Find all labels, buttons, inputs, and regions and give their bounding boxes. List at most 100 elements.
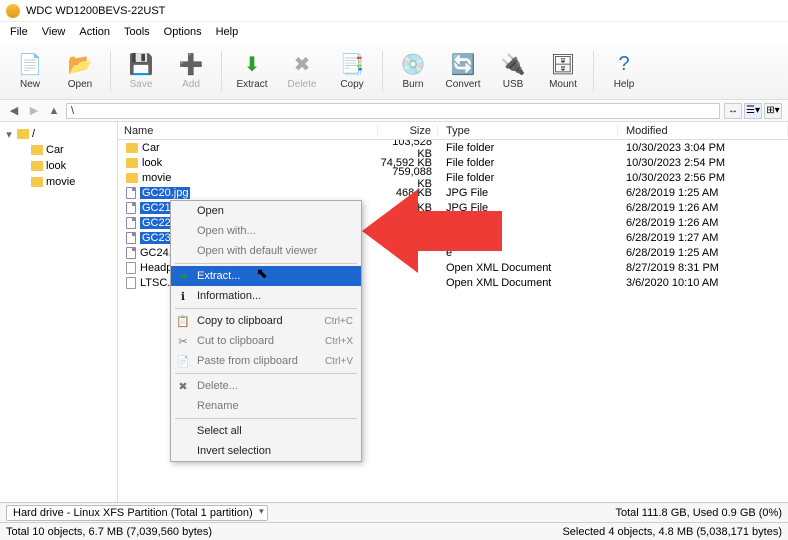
ctx-delete: ✖Delete... <box>171 376 361 396</box>
file-row[interactable]: movie759,088 KBFile folder10/30/2023 2:5… <box>118 170 788 185</box>
menu-help[interactable]: Help <box>210 24 245 40</box>
open-button[interactable]: 📂Open <box>56 45 104 97</box>
path-field[interactable]: \ <box>66 103 720 119</box>
toolbar-separator <box>593 51 594 91</box>
ctx-copy-to-clipboard[interactable]: 📋Copy to clipboardCtrl+C <box>171 311 361 331</box>
ctx-open[interactable]: Open <box>171 201 361 221</box>
add-label: Add <box>182 79 200 90</box>
pathbar: ◀ ▶ ▲ \ ↔ ☰▾ ⊞▾ <box>0 100 788 122</box>
menubar[interactable]: FileViewActionToolsOptionsHelp <box>0 22 788 42</box>
tree-node[interactable]: look <box>4 158 113 174</box>
document-icon <box>126 277 136 289</box>
burn-button[interactable]: 💿Burn <box>389 45 437 97</box>
file-row[interactable]: GC20.jpg468 KBJPG File6/28/2019 1:25 AM <box>118 185 788 200</box>
ctx-label: Invert selection <box>197 445 271 457</box>
col-modified[interactable]: Modified <box>618 125 788 137</box>
file-modified: 6/28/2019 1:26 AM <box>618 202 788 214</box>
ctx-invert-selection[interactable]: Invert selection <box>171 441 361 461</box>
extract-label: Extract <box>236 79 267 90</box>
new-label: New <box>20 79 40 90</box>
file-list-header[interactable]: Name Size Type Modified <box>118 122 788 140</box>
folder-icon <box>126 158 138 168</box>
ctx-label: Information... <box>197 290 261 302</box>
capacity-label: Total 111.8 GB, Used 0.9 GB (0%) <box>615 507 782 519</box>
nav-back-button[interactable]: ◀ <box>6 103 22 119</box>
folder-icon <box>31 161 43 171</box>
image-icon <box>126 217 136 229</box>
tree-label: movie <box>46 176 75 188</box>
drive-selector[interactable]: Hard drive - Linux XFS Partition (Total … <box>6 505 268 521</box>
tree-node[interactable]: Car <box>4 142 113 158</box>
ctx-open-with-default-viewer: Open with default viewer <box>171 241 361 261</box>
footer-drive: Hard drive - Linux XFS Partition (Total … <box>0 502 788 522</box>
menu-file[interactable]: File <box>4 24 34 40</box>
file-modified: 8/27/2019 8:31 PM <box>618 262 788 274</box>
ctx-label: Paste from clipboard <box>197 355 298 367</box>
ctx-shortcut: Ctrl+C <box>324 316 353 327</box>
col-size[interactable]: Size <box>378 125 438 137</box>
ctx-information[interactable]: ℹ Information... <box>171 286 361 306</box>
footer-status: Total 10 objects, 6.7 MB (7,039,560 byte… <box>0 522 788 540</box>
window-title: WDC WD1200BEVS-22UST <box>26 5 165 17</box>
extract-button[interactable]: ⬇Extract <box>228 45 276 97</box>
ctx-label: Cut to clipboard <box>197 335 274 347</box>
menu-view[interactable]: View <box>36 24 72 40</box>
col-type[interactable]: Type <box>438 125 618 137</box>
view-controls: ↔ ☰▾ ⊞▾ <box>724 103 782 119</box>
ctx-shortcut: Ctrl+V <box>325 356 353 367</box>
open-icon: 📂 <box>67 52 93 78</box>
delete-icon: ✖ <box>289 52 315 78</box>
menu-separator <box>175 373 357 374</box>
menu-separator <box>175 418 357 419</box>
file-type: e <box>438 247 618 259</box>
file-name: look <box>142 157 162 169</box>
ctx-icon: 📋 <box>176 315 190 328</box>
mount-button[interactable]: 🗄Mount <box>539 45 587 97</box>
new-icon: 📄 <box>17 52 43 78</box>
convert-button[interactable]: 🔄Convert <box>439 45 487 97</box>
toolbar-separator <box>382 51 383 91</box>
tree-node[interactable]: ▾/ <box>4 126 113 142</box>
image-icon <box>126 247 136 259</box>
menu-options[interactable]: Options <box>158 24 208 40</box>
new-button[interactable]: 📄New <box>6 45 54 97</box>
help-button[interactable]: ?Help <box>600 45 648 97</box>
file-type: File folder <box>438 157 618 169</box>
view-sort-button[interactable]: ⊞▾ <box>764 103 782 119</box>
usb-label: USB <box>503 79 524 90</box>
view-size-button[interactable]: ↔ <box>724 103 742 119</box>
view-list-button[interactable]: ☰▾ <box>744 103 762 119</box>
expand-icon[interactable]: ▾ <box>4 128 14 141</box>
col-name[interactable]: Name <box>118 125 378 137</box>
menu-separator <box>175 263 357 264</box>
ctx-paste-from-clipboard: 📄Paste from clipboardCtrl+V <box>171 351 361 371</box>
burn-icon: 💿 <box>400 52 426 78</box>
open-label: Open <box>68 79 92 90</box>
copy-button[interactable]: 📑Copy <box>328 45 376 97</box>
file-modified: 10/30/2023 2:54 PM <box>618 157 788 169</box>
save-label: Save <box>130 79 153 90</box>
image-icon <box>126 187 136 199</box>
menu-action[interactable]: Action <box>73 24 116 40</box>
usb-icon: 🔌 <box>500 52 526 78</box>
file-row[interactable]: Car103,528 KBFile folder10/30/2023 3:04 … <box>118 140 788 155</box>
nav-fwd-button[interactable]: ▶ <box>26 103 42 119</box>
folder-tree[interactable]: ▾/Carlook movie <box>0 122 118 502</box>
file-list-body[interactable]: Car103,528 KBFile folder10/30/2023 3:04 … <box>118 140 788 502</box>
file-list: Name Size Type Modified Car103,528 KBFil… <box>118 122 788 502</box>
nav-up-button[interactable]: ▲ <box>46 103 62 119</box>
tree-node[interactable]: movie <box>4 174 113 190</box>
extract-icon: ⬇ <box>239 52 265 78</box>
folder-icon <box>17 129 29 139</box>
context-menu[interactable]: OpenOpen with...Open with default viewer… <box>170 200 362 462</box>
add-button: ➕Add <box>167 45 215 97</box>
file-name: GC20.jpg <box>140 187 190 199</box>
image-icon <box>126 232 136 244</box>
file-row[interactable]: look74,592 KBFile folder10/30/2023 2:54 … <box>118 155 788 170</box>
menu-tools[interactable]: Tools <box>118 24 156 40</box>
usb-button[interactable]: 🔌USB <box>489 45 537 97</box>
ctx-icon: ℹ <box>176 290 190 303</box>
ctx-select-all[interactable]: Select all <box>171 421 361 441</box>
ctx-extract[interactable]: ➔Extract... <box>171 266 361 286</box>
folder-icon <box>31 177 43 187</box>
